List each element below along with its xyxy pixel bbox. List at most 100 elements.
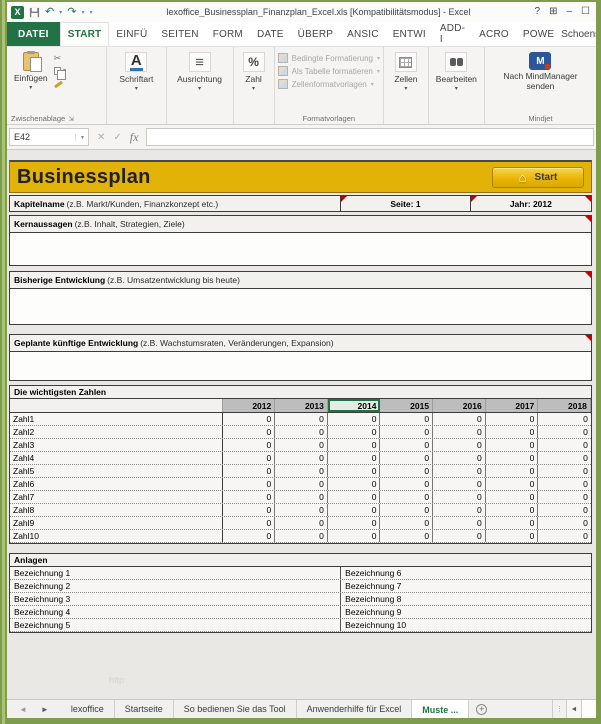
value-cell[interactable]: 0 (275, 452, 328, 464)
value-cell[interactable]: 0 (433, 517, 486, 529)
value-cell[interactable]: 0 (223, 504, 276, 516)
year-header-cell[interactable]: 2018 (538, 399, 591, 412)
geplante-entwicklung-input-area[interactable] (10, 352, 591, 380)
bisherige-entwicklung-input-area[interactable] (10, 289, 591, 324)
value-cell[interactable]: 0 (486, 452, 539, 464)
anlagen-cell-right[interactable]: Bezeichnung 8 (341, 593, 591, 605)
year-header-cell[interactable]: 2013 (275, 399, 328, 412)
style-button[interactable]: Bedingte Formatierung ▾ (277, 53, 380, 63)
value-cell[interactable]: 0 (380, 517, 434, 529)
value-cell[interactable]: 0 (223, 530, 276, 542)
insert-function-icon[interactable]: fx (130, 130, 139, 145)
anlagen-cell-right[interactable]: Bezeichnung 6 (341, 567, 591, 579)
scrollbar-thumb[interactable] (582, 700, 596, 718)
value-cell[interactable]: 0 (538, 426, 591, 438)
value-cell[interactable]: 0 (433, 452, 486, 464)
value-cell[interactable]: 0 (538, 517, 591, 529)
style-button[interactable]: Als Tabelle formatieren ▾ (277, 66, 380, 76)
save-icon[interactable] (29, 7, 40, 18)
style-button[interactable]: Zellenformatvorlagen ▾ (277, 79, 380, 89)
year-cell[interactable]: Jahr: 2012 (470, 196, 591, 211)
chapter-name-cell[interactable]: Kapitelname (z.B. Markt/Kunden, Finanzko… (10, 196, 342, 211)
enter-icon[interactable]: ✓ (113, 132, 121, 143)
tab-datei[interactable]: DATEI (7, 22, 60, 46)
value-cell[interactable]: 0 (223, 413, 276, 425)
value-cell[interactable]: 0 (223, 439, 276, 451)
year-header-cell[interactable]: 2017 (486, 399, 539, 412)
add-sheet-button[interactable]: + (469, 700, 494, 718)
paste-dropdown-icon[interactable]: ▾ (29, 84, 32, 91)
value-cell[interactable]: 0 (380, 465, 434, 477)
cells-button[interactable]: Zellen ▾ (390, 50, 421, 110)
sheet-tab[interactable]: So bedienen Sie das Tool (174, 700, 297, 718)
value-cell[interactable]: 0 (223, 426, 276, 438)
value-cell[interactable]: 0 (328, 452, 381, 464)
value-cell[interactable]: 0 (538, 504, 591, 516)
cut-icon[interactable]: ✂ (54, 53, 67, 63)
sheet-nav-left-icon[interactable]: ◄ (19, 705, 27, 714)
anlagen-cell-right[interactable]: Bezeichnung 7 (341, 580, 591, 592)
value-cell[interactable]: 0 (223, 465, 276, 477)
value-cell[interactable]: 0 (328, 439, 381, 451)
year-header-cell[interactable]: 2015 (380, 399, 434, 412)
sheet-tab[interactable]: lexoffice (61, 700, 115, 718)
value-cell[interactable]: 0 (328, 491, 381, 503)
row-label-cell[interactable]: Zahl5 (10, 465, 223, 477)
clipboard-dialog-launcher-icon[interactable]: ⇲ (68, 116, 74, 123)
value-cell[interactable]: 0 (538, 465, 591, 477)
sheet-tab[interactable]: Anwenderhilfe für Excel (297, 700, 413, 718)
value-cell[interactable]: 0 (275, 426, 328, 438)
year-header-cell[interactable]: 2016 (433, 399, 486, 412)
font-button[interactable]: A Schriftart ▾ (115, 50, 157, 110)
number-dropdown-icon[interactable]: ▾ (252, 85, 255, 92)
mindmanager-button[interactable]: M Nach MindManager senden (499, 50, 581, 110)
copy-icon[interactable]: ▾ (53, 66, 66, 80)
editing-dropdown-icon[interactable]: ▾ (455, 85, 458, 92)
sheet-nav-right-icon[interactable]: ► (41, 705, 49, 714)
row-label-cell[interactable]: Zahl2 (10, 426, 223, 438)
ribbon-tab[interactable]: SEITEN (154, 22, 205, 46)
value-cell[interactable]: 0 (380, 413, 434, 425)
value-cell[interactable]: 0 (328, 465, 381, 477)
ribbon-tab[interactable]: POWE (516, 22, 561, 46)
editing-button[interactable]: Bearbeiten ▾ (432, 50, 481, 110)
anlagen-cell-left[interactable]: Bezeichnung 1 (10, 567, 342, 579)
value-cell[interactable]: 0 (433, 439, 486, 451)
maximize-button[interactable]: ☐ (581, 7, 590, 17)
value-cell[interactable]: 0 (538, 452, 591, 464)
value-cell[interactable]: 0 (486, 504, 539, 516)
alignment-button[interactable]: ≡ Ausrichtung ▾ (173, 50, 226, 110)
value-cell[interactable]: 0 (433, 465, 486, 477)
paste-button[interactable]: Einfügen ▾ (10, 50, 52, 110)
row-label-cell[interactable]: Zahl7 (10, 491, 223, 503)
value-cell[interactable]: 0 (433, 413, 486, 425)
value-cell[interactable]: 0 (380, 452, 434, 464)
anlagen-cell-left[interactable]: Bezeichnung 3 (10, 593, 342, 605)
value-cell[interactable]: 0 (433, 504, 486, 516)
redo-dropdown-icon[interactable]: ▾ (81, 9, 84, 16)
value-cell[interactable]: 0 (275, 439, 328, 451)
geplante-entwicklung-header[interactable]: Geplante künftige Entwicklung (z.B. Wach… (10, 335, 591, 352)
value-cell[interactable]: 0 (486, 478, 539, 490)
value-cell[interactable]: 0 (223, 478, 276, 490)
account-menu[interactable]: Schoenstei... ▾ (561, 22, 596, 46)
row-label-cell[interactable]: Zahl10 (10, 530, 223, 542)
value-cell[interactable]: 0 (223, 452, 276, 464)
customize-qat-icon[interactable]: ▾ (89, 9, 92, 16)
ribbon-tab[interactable]: ANSIC (340, 22, 386, 46)
value-cell[interactable]: 0 (328, 530, 381, 542)
bisherige-entwicklung-header[interactable]: Bisherige Entwicklung (z.B. Umsatzentwic… (10, 272, 591, 289)
value-cell[interactable]: 0 (223, 517, 276, 529)
row-label-cell[interactable]: Zahl4 (10, 452, 223, 464)
help-button[interactable]: ? (535, 7, 541, 17)
kernaussagen-input-area[interactable] (10, 233, 591, 265)
value-cell[interactable]: 0 (538, 478, 591, 490)
row-label-cell[interactable]: Zahl8 (10, 504, 223, 516)
value-cell[interactable]: 0 (380, 426, 434, 438)
cancel-icon[interactable]: ✕ (97, 132, 105, 143)
scrollbar-grip-icon[interactable]: ⋮ (553, 705, 566, 713)
value-cell[interactable]: 0 (486, 530, 539, 542)
horizontal-scrollbar[interactable]: ⋮ ◄ (552, 700, 596, 718)
value-cell[interactable]: 0 (275, 491, 328, 503)
value-cell[interactable]: 0 (538, 530, 591, 542)
